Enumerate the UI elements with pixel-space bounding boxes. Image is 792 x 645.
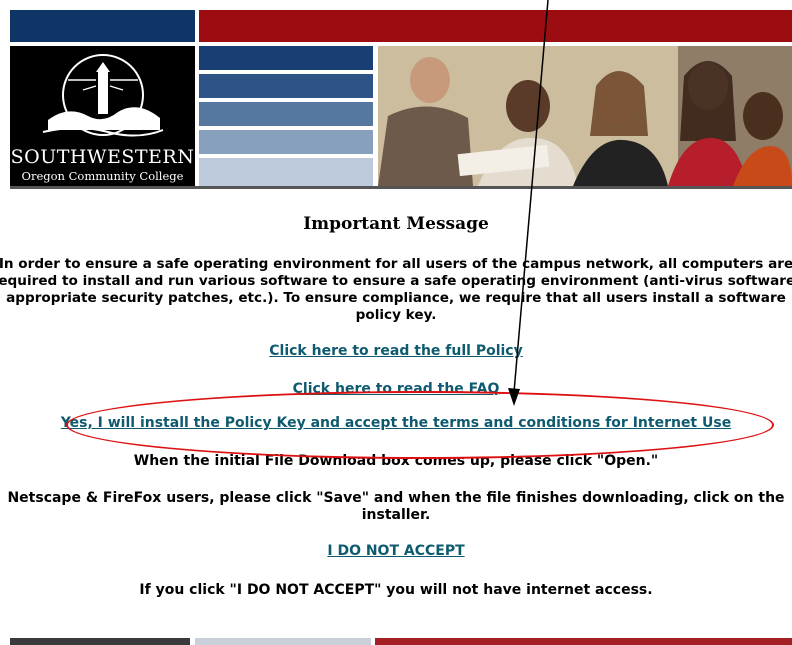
- footer-red-bar: [375, 638, 792, 645]
- annotation-arrow-icon: [508, 0, 549, 406]
- footer-dark-bar: [10, 638, 190, 645]
- footer-light-bar: [195, 638, 371, 645]
